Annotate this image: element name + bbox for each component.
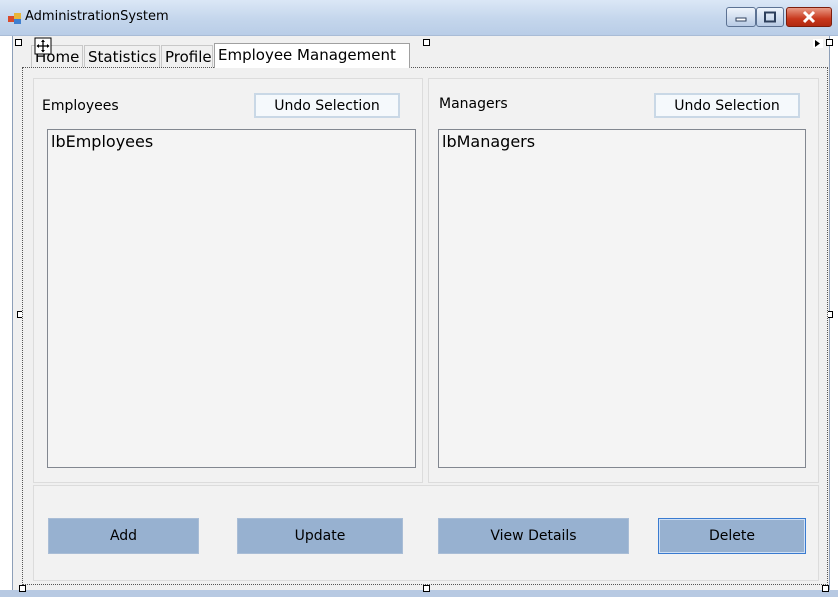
move-icon[interactable]	[34, 37, 52, 55]
resize-handle-top-right[interactable]	[826, 39, 833, 46]
smart-tag-arrow-icon[interactable]	[813, 39, 823, 48]
resize-handle-top-left[interactable]	[15, 39, 22, 46]
undo-selection-managers-button[interactable]: Undo Selection	[654, 93, 800, 118]
tab-profile[interactable]: Profile	[161, 45, 213, 67]
view-details-button[interactable]: View Details	[438, 518, 629, 554]
employees-listbox[interactable]: lbEmployees	[47, 129, 416, 468]
add-button[interactable]: Add	[48, 518, 199, 554]
maximize-button[interactable]	[756, 7, 784, 27]
app-icon	[8, 13, 21, 24]
minimize-button[interactable]	[726, 7, 756, 27]
managers-listbox[interactable]: lbManagers	[438, 129, 806, 468]
employees-label: Employees	[42, 98, 119, 114]
resize-handle-bottom-right[interactable]	[822, 585, 829, 592]
delete-button[interactable]: Delete	[658, 518, 806, 554]
form-bottom-border	[0, 590, 838, 597]
resize-handle-bottom[interactable]	[423, 585, 430, 592]
window-title: AdministrationSystem	[25, 9, 169, 24]
tab-employee-management[interactable]: Employee Management	[214, 43, 410, 68]
close-icon	[802, 10, 816, 24]
tab-statistics[interactable]: Statistics	[84, 45, 160, 67]
close-button[interactable]	[786, 7, 832, 27]
undo-selection-employees-button[interactable]: Undo Selection	[254, 93, 400, 118]
maximize-icon	[764, 11, 776, 23]
resize-handle-bottom-left[interactable]	[19, 585, 26, 592]
minimize-icon	[735, 17, 747, 22]
managers-label: Managers	[439, 96, 508, 112]
resize-handle-top[interactable]	[423, 39, 430, 46]
update-button[interactable]: Update	[237, 518, 403, 554]
